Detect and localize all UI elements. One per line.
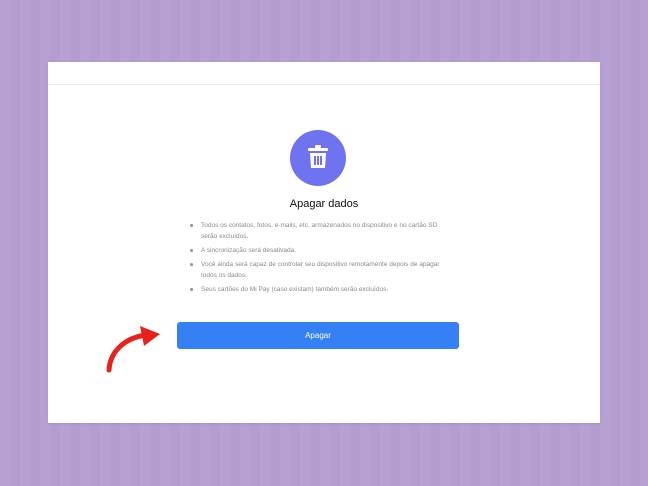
list-item-text: Todos os contatos, fotos, e-mails, etc. …	[201, 222, 438, 240]
trash-icon	[290, 130, 346, 186]
list-item: Você ainda será capaz de controlar seu d…	[178, 259, 440, 281]
apagar-button[interactable]: Apagar	[177, 322, 459, 349]
bullet-dot	[190, 263, 193, 266]
list-item: Seus cartões do Mi Pay (caso existam) ta…	[178, 284, 440, 295]
bullet-dot	[190, 249, 193, 252]
list-item: Todos os contatos, fotos, e-mails, etc. …	[178, 220, 440, 242]
list-item-text: Você ainda será capaz de controlar seu d…	[201, 261, 440, 279]
list-item: A sincronização será desativada.	[178, 245, 440, 256]
trash-icon-glyph	[308, 145, 328, 168]
info-list: Todos os contatos, fotos, e-mails, etc. …	[178, 220, 440, 298]
panel-header	[48, 62, 600, 85]
dialog-title: Apagar dados	[289, 198, 359, 210]
red-curved-arrow-icon	[106, 326, 160, 373]
bullet-dot	[190, 288, 193, 291]
list-item-text: Seus cartões do Mi Pay (caso existam) ta…	[201, 286, 389, 293]
list-item-text: A sincronização será desativada.	[201, 247, 297, 254]
bullet-dot	[190, 224, 193, 227]
